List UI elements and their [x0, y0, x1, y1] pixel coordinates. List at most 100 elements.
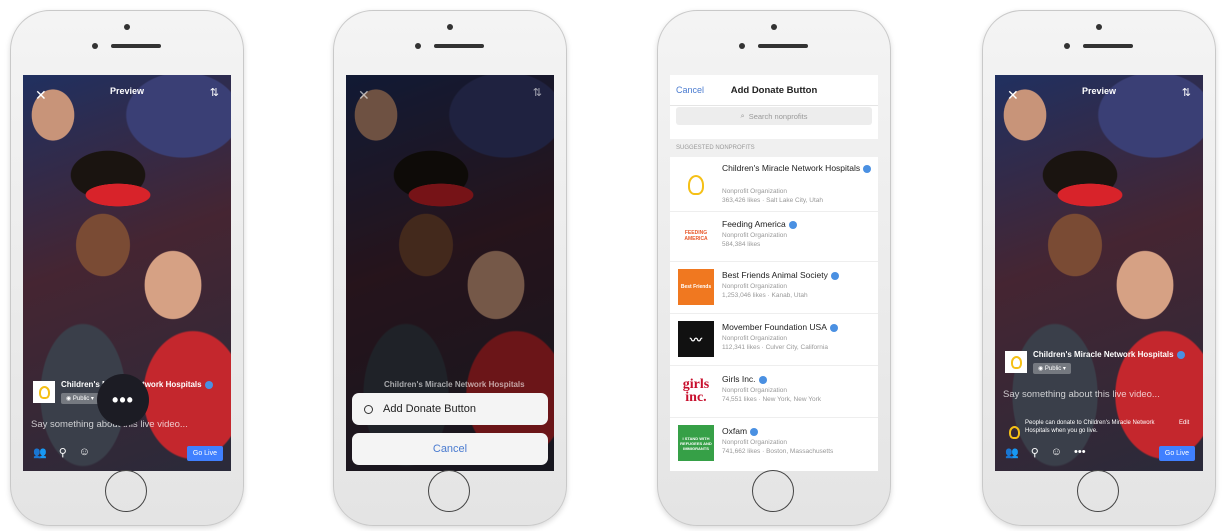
verified-icon — [1176, 350, 1185, 359]
oxfam-logo: I STAND WITH REFUGEES AND IMMIGRANTS — [678, 425, 714, 461]
nonprofit-name: Feeding America — [722, 219, 872, 230]
nonprofit-row[interactable]: girls inc. Girls Inc. Nonprofit Organiza… — [670, 365, 878, 418]
sensor — [124, 24, 130, 30]
nonprofit-meta: 741,662 likes · Boston, Massachusetts — [722, 448, 834, 455]
location-icon[interactable]: ⚲ — [59, 446, 67, 459]
nonprofit-name: Oxfam — [722, 426, 872, 437]
home-button — [428, 470, 470, 512]
edit-link[interactable]: Edit — [1179, 419, 1199, 441]
verified-icon — [750, 427, 759, 436]
action-sheet-screen: ✕ ⇅ Children's Miracle Network Hospitals… — [346, 75, 554, 471]
sensor — [447, 24, 453, 30]
nonprofit-meta: 1,253,046 likes · Kanab, Utah — [722, 292, 808, 299]
nonprofit-meta: 363,426 likes · Salt Lake City, Utah — [722, 197, 824, 204]
live-preview-screen: ✕ Preview ⇅ Children's Miracle Network H… — [995, 75, 1203, 471]
nonprofit-picker-screen: Cancel Add Donate Button ⌕ Search nonprof… — [670, 75, 878, 471]
nonprofit-name: Girls Inc. — [722, 374, 872, 385]
phone-4: ✕ Preview ⇅ Children's Miracle Network H… — [982, 10, 1216, 526]
org-logo — [33, 381, 55, 403]
nonprofit-meta: 584,384 likes — [722, 241, 761, 248]
nonprofit-meta: 74,551 likes · New York, New York — [722, 396, 821, 403]
nonprofit-name: Children's Miracle Network Hospitals — [722, 163, 872, 174]
org-logo — [1005, 351, 1027, 373]
camera — [92, 43, 98, 49]
camera — [739, 43, 745, 49]
speaker — [434, 44, 484, 48]
verified-icon — [829, 323, 838, 332]
search-placeholder: Search nonprofits — [748, 111, 808, 121]
best-friends-logo: Best Friends — [678, 269, 714, 305]
flip-camera-icon[interactable]: ⇅ — [1182, 86, 1191, 99]
nonprofit-row[interactable]: Children's Miracle Network Hospitals Non… — [670, 159, 878, 212]
bulb-icon — [1010, 355, 1022, 369]
cancel-link[interactable]: Cancel — [676, 85, 704, 95]
nonprofit-type: Nonprofit Organization — [722, 387, 788, 394]
nonprofit-type: Nonprofit Organization — [722, 232, 788, 239]
tag-friends-icon[interactable]: 👥 — [33, 446, 47, 459]
phone-1: ✕ Preview ⇅ Children's Miracle Network H… — [10, 10, 244, 526]
tool-row: 👥 ⚲ ☺ — [33, 446, 90, 459]
nonprofit-type: Nonprofit Organization — [722, 439, 788, 446]
audience-selector[interactable]: ◉ Public ▾ — [1033, 363, 1071, 374]
camera — [415, 43, 421, 49]
camera — [1064, 43, 1070, 49]
add-donate-label: Add Donate Button — [383, 403, 476, 415]
home-button — [752, 470, 794, 512]
nonprofit-name: Movember Foundation USA — [722, 322, 872, 333]
feeding-america-logo: FEEDING AMERICA — [684, 230, 708, 242]
search-input[interactable]: ⌕ Search nonprofits — [676, 107, 872, 125]
nonprofit-meta: 112,341 likes · Culver City, California — [722, 344, 828, 351]
location-icon[interactable]: ⚲ — [1031, 446, 1039, 459]
go-live-button[interactable]: Go Live — [1158, 446, 1195, 461]
feeling-icon[interactable]: ☺ — [1051, 446, 1062, 459]
speaker — [111, 44, 161, 48]
verified-icon — [788, 220, 797, 229]
home-button — [105, 470, 147, 512]
verified-icon — [204, 380, 213, 389]
nonprofit-row[interactable]: 〰 Movember Foundation USA Nonprofit Orga… — [670, 313, 878, 366]
speaker — [758, 44, 808, 48]
audience-selector[interactable]: ◉ Public ▾ — [61, 393, 99, 404]
mustache-icon: 〰 — [678, 321, 714, 357]
feeling-icon[interactable]: ☺ — [79, 446, 90, 459]
cancel-button[interactable]: Cancel — [352, 433, 548, 465]
preview-label: Preview — [109, 86, 145, 96]
preview-label: Preview — [1081, 86, 1117, 96]
sensor — [771, 24, 777, 30]
girls-inc-logo: girls inc. — [682, 377, 710, 405]
add-donate-button[interactable]: Add Donate Button — [352, 393, 548, 425]
bulb-icon — [688, 175, 704, 195]
verified-icon — [830, 271, 839, 280]
tag-friends-icon[interactable]: 👥 — [1005, 446, 1019, 459]
phone-2: ✕ ⇅ Children's Miracle Network Hospitals… — [333, 10, 567, 526]
go-live-button[interactable]: Go Live — [186, 446, 223, 461]
compose-input[interactable]: Say something about this live video... — [1003, 389, 1160, 400]
verified-icon — [758, 375, 767, 384]
coins-icon — [364, 404, 373, 414]
more-options-button[interactable]: ••• — [1074, 446, 1086, 459]
audience-label: Public — [72, 396, 90, 402]
camera-feed — [995, 75, 1203, 471]
audience-label: Public — [1044, 366, 1062, 372]
phone-3: Cancel Add Donate Button ⌕ Search nonprof… — [657, 10, 891, 526]
flip-camera-icon[interactable]: ⇅ — [210, 86, 219, 99]
flip-camera-icon: ⇅ — [532, 87, 542, 99]
org-logo-small — [1003, 421, 1025, 443]
nonprofit-type: Nonprofit Organization — [722, 283, 788, 290]
bulb-icon — [38, 385, 50, 399]
sensor — [1096, 24, 1102, 30]
nonprofit-row[interactable]: Best Friends Best Friends Animal Society… — [670, 261, 878, 314]
org-logo — [678, 167, 714, 203]
org-name-row: Children's Miracle Network Hospitals — [1033, 350, 1185, 359]
donate-notice: People can donate to Children's Miracle … — [1025, 420, 1155, 434]
search-icon: ⌕ — [740, 111, 745, 120]
nonprofit-name: Best Friends Animal Society — [722, 270, 872, 281]
nonprofit-row[interactable]: I STAND WITH REFUGEES AND IMMIGRANTS Oxf… — [670, 417, 878, 471]
home-button — [1077, 470, 1119, 512]
nonprofit-row[interactable]: FEEDING AMERICA Feeding America Nonprofi… — [670, 211, 878, 262]
org-name: Children's Miracle Network Hospitals — [384, 380, 525, 389]
bulb-icon — [1008, 425, 1020, 439]
nav-bar: Cancel Add Donate Button — [670, 75, 878, 106]
more-options-button[interactable]: ••• — [97, 374, 149, 426]
tool-row: 👥 ⚲ ☺ ••• — [1005, 446, 1086, 459]
